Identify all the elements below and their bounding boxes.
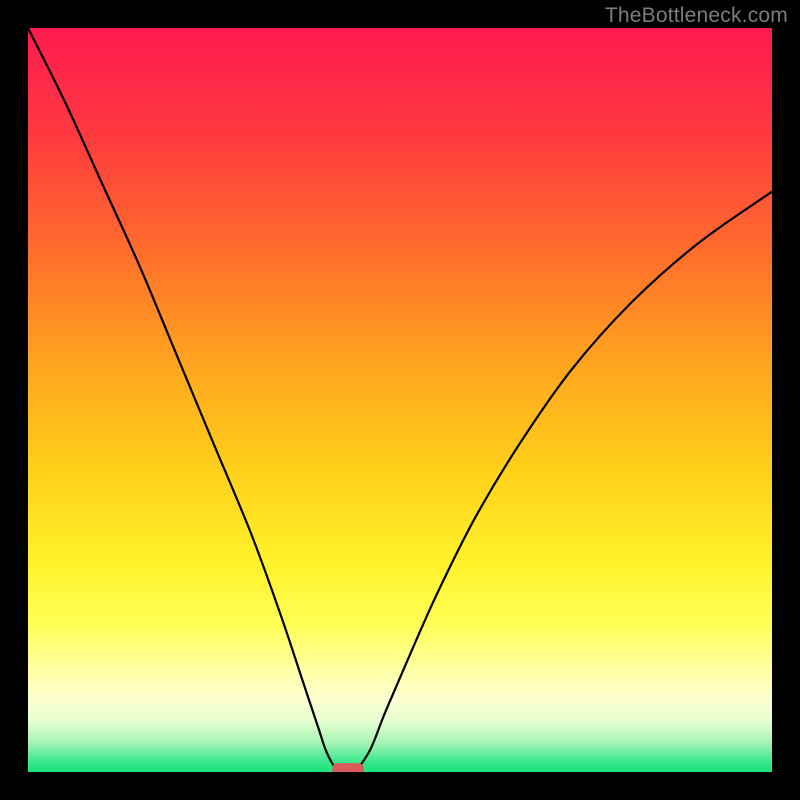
curve-layer [28, 28, 772, 772]
outer-frame: TheBottleneck.com [0, 0, 800, 800]
plot-area [28, 28, 772, 772]
curve-left [28, 28, 340, 772]
curve-right [355, 192, 772, 772]
watermark-text: TheBottleneck.com [605, 4, 788, 28]
min-marker [332, 763, 363, 772]
